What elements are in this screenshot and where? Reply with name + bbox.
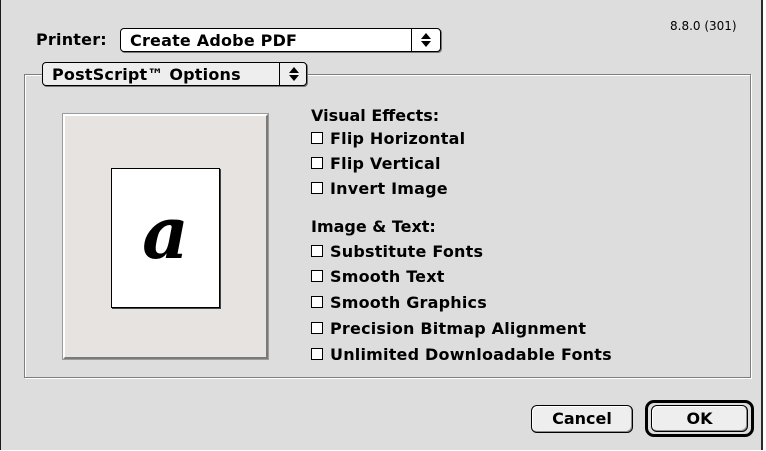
- checkbox-label: Substitute Fonts: [330, 241, 484, 261]
- checkbox-box[interactable]: [311, 132, 323, 144]
- checkbox-box[interactable]: [311, 348, 323, 360]
- panel-popup[interactable]: PostScript™ Options: [42, 62, 307, 86]
- substitute-fonts-checkbox[interactable]: Substitute Fonts: [311, 241, 483, 261]
- checkbox-label: Smooth Text: [330, 266, 445, 286]
- checkbox-box[interactable]: [311, 322, 323, 334]
- unlimited-downloadable-fonts-checkbox[interactable]: Unlimited Downloadable Fonts: [311, 344, 612, 364]
- preview-glyph: a: [142, 190, 189, 275]
- checkbox-box[interactable]: [311, 182, 323, 194]
- checkbox-box[interactable]: [311, 296, 323, 308]
- checkbox-label: Invert Image: [330, 178, 448, 198]
- printer-label: Printer:: [36, 30, 107, 49]
- preview-page: a: [111, 168, 220, 308]
- image-text-heading: Image & Text:: [311, 217, 436, 236]
- checkbox-box[interactable]: [311, 270, 323, 282]
- checkbox-label: Flip Horizontal: [330, 128, 466, 148]
- up-down-arrows-icon[interactable]: [412, 29, 440, 51]
- checkbox-label: Flip Vertical: [330, 153, 441, 173]
- visual-effects-heading: Visual Effects:: [311, 106, 440, 125]
- cancel-button[interactable]: Cancel: [531, 405, 633, 433]
- up-down-arrows-icon[interactable]: [280, 63, 306, 85]
- printer-popup-value: Create Adobe PDF: [130, 31, 298, 50]
- checkbox-label: Unlimited Downloadable Fonts: [330, 344, 612, 364]
- checkbox-box[interactable]: [311, 157, 323, 169]
- checkbox-label: Smooth Graphics: [330, 292, 487, 312]
- flip-horizontal-checkbox[interactable]: Flip Horizontal: [311, 128, 465, 148]
- panel-popup-value: PostScript™ Options: [52, 65, 241, 84]
- printer-popup[interactable]: Create Adobe PDF: [120, 28, 441, 52]
- ok-button[interactable]: OK: [651, 405, 748, 432]
- precision-bitmap-alignment-checkbox[interactable]: Precision Bitmap Alignment: [311, 318, 586, 338]
- flip-vertical-checkbox[interactable]: Flip Vertical: [311, 153, 441, 173]
- invert-image-checkbox[interactable]: Invert Image: [311, 178, 448, 198]
- checkbox-label: Precision Bitmap Alignment: [330, 318, 587, 338]
- smooth-graphics-checkbox[interactable]: Smooth Graphics: [311, 292, 487, 312]
- print-options-dialog: Printer: Create Adobe PDF 8.8.0 (301) Po…: [0, 0, 763, 450]
- checkbox-box[interactable]: [311, 245, 323, 257]
- smooth-text-checkbox[interactable]: Smooth Text: [311, 266, 445, 286]
- version-number: 8.8.0 (301): [670, 19, 737, 33]
